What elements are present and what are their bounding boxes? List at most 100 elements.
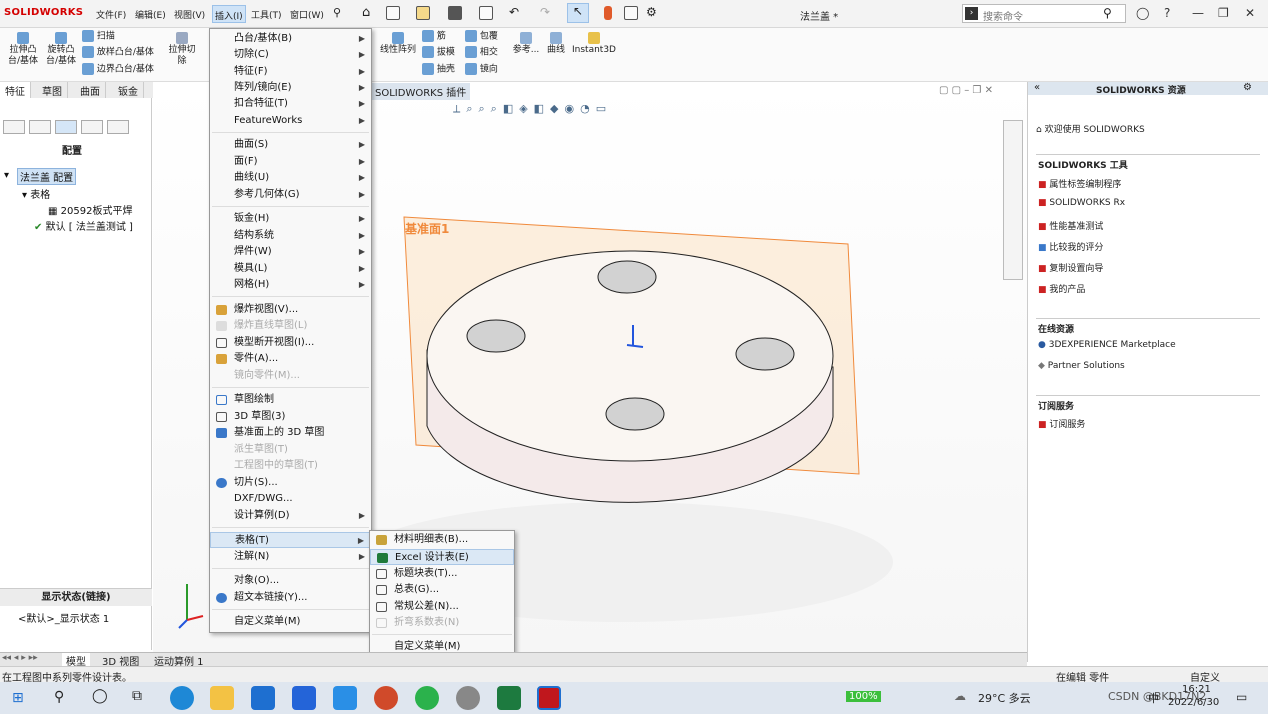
display-manager-icon[interactable]: [107, 120, 129, 134]
subscription-link[interactable]: ■ 订阅服务: [1038, 417, 1085, 430]
solidworks-taskbar-icon[interactable]: [537, 686, 561, 710]
menu-item-weldments[interactable]: 焊件(W) ▶: [210, 244, 371, 260]
select-icon[interactable]: ↖: [567, 3, 589, 23]
menu-item-face[interactable]: 面(F) ▶: [210, 154, 371, 170]
design-table-node[interactable]: ▦ 20592板式平焊: [48, 202, 132, 217]
instant3d-button[interactable]: Instant3D: [572, 32, 616, 56]
menu-item-fastening[interactable]: 扣合特征(T) ▶: [210, 96, 371, 112]
app-icon[interactable]: [456, 686, 480, 710]
submenu-tolerance[interactable]: 常规公差(N)...: [370, 599, 514, 615]
sweep-button[interactable]: 扫描: [82, 30, 115, 43]
intersect-button[interactable]: 相交: [465, 46, 498, 59]
menu-window[interactable]: 窗口(W): [290, 8, 324, 21]
extrude-cut-button[interactable]: 拉伸切除: [166, 32, 198, 67]
plane-label[interactable]: 基准面1: [405, 220, 449, 237]
menu-item-annotations[interactable]: 注解(N) ▶: [210, 549, 371, 565]
task-pane-tabs[interactable]: [1003, 120, 1023, 280]
config-root[interactable]: 法兰盖 配置: [17, 168, 77, 185]
collapse-pane-icon[interactable]: «: [1034, 82, 1040, 93]
notification-icon[interactable]: ▭: [1236, 690, 1247, 704]
menu-item-tables[interactable]: 表格(T) ▶: [210, 532, 371, 548]
file-explorer-icon[interactable]: [210, 686, 234, 710]
menu-item-boss-base[interactable]: 凸台/基体(B) ▶: [210, 31, 371, 47]
tool-compare[interactable]: ■ 比较我的评分: [1038, 240, 1103, 253]
tab-sketch[interactable]: 草图: [37, 82, 68, 98]
submenu-general-table[interactable]: 总表(G)...: [370, 582, 514, 598]
menu-item-customize[interactable]: 自定义菜单(M): [210, 614, 371, 630]
new-icon[interactable]: [386, 6, 400, 20]
menu-item-ref-geometry[interactable]: 参考几何体(G) ▶: [210, 187, 371, 203]
pin-icon[interactable]: ⚲: [333, 6, 341, 19]
clock-time[interactable]: 16:21: [1182, 684, 1211, 695]
submenu-excel-design-table[interactable]: Excel 设计表(E): [370, 549, 514, 565]
reference-geometry-button[interactable]: 参考...: [512, 32, 540, 56]
tab-features[interactable]: 特征: [0, 82, 31, 98]
rib-button[interactable]: 筋: [422, 30, 446, 43]
tool-benchmark[interactable]: ■ 性能基准测试: [1038, 219, 1103, 232]
user-icon[interactable]: ◯: [1136, 6, 1149, 20]
mirror-button[interactable]: 镜向: [465, 63, 498, 76]
file-properties-icon[interactable]: [624, 6, 638, 20]
revolve-boss-button[interactable]: 旋转凸台/基体: [42, 32, 80, 67]
cortana-icon[interactable]: ◯: [92, 688, 108, 704]
tables-node[interactable]: ▾ 表格: [22, 186, 50, 201]
app-icon[interactable]: [292, 686, 316, 710]
menu-item-slice[interactable]: 切片(S)...: [210, 475, 371, 491]
configuration-manager-icon[interactable]: [55, 120, 77, 134]
feishu-icon[interactable]: [333, 686, 357, 710]
welcome-link[interactable]: ⌂ 欢迎使用 SOLIDWORKS: [1036, 122, 1145, 135]
excel-icon[interactable]: [497, 686, 521, 710]
home-icon[interactable]: ⌂: [362, 5, 370, 20]
wechat-icon[interactable]: [415, 686, 439, 710]
help-icon[interactable]: ?: [1164, 6, 1170, 20]
tree-expand-icon[interactable]: ▾: [4, 170, 9, 181]
boundary-boss-button[interactable]: 边界凸台/基体: [82, 63, 154, 76]
menu-item-features[interactable]: 特征(F) ▶: [210, 64, 371, 80]
menu-item-3d-sketch[interactable]: 3D 草图(3): [210, 409, 371, 425]
redo-icon[interactable]: ↷: [540, 5, 550, 19]
linear-pattern-button[interactable]: 线性阵列: [378, 32, 418, 56]
search-icon[interactable]: ⚲: [1103, 6, 1112, 20]
dimxpert-icon[interactable]: [81, 120, 103, 134]
undo-icon[interactable]: ↶: [509, 5, 519, 19]
menu-item-exploded-view[interactable]: 爆炸视图(V)...: [210, 302, 371, 318]
options-gear-icon[interactable]: ⚙: [646, 5, 657, 19]
search-commands[interactable]: › 搜索命令 ⚲: [962, 4, 1126, 23]
menu-item-sheet-metal[interactable]: 钣金(H) ▶: [210, 211, 371, 227]
weather-text[interactable]: 29°C 多云: [978, 690, 1031, 706]
edge-icon[interactable]: [170, 686, 194, 710]
draft-button[interactable]: 拔模: [422, 46, 455, 59]
menu-item-dxf-dwg[interactable]: DXF/DWG...: [210, 491, 371, 507]
windows-start-icon[interactable]: ⊞: [12, 690, 24, 706]
menu-item-cut[interactable]: 切除(C) ▶: [210, 47, 371, 63]
partner-link[interactable]: ◆ Partner Solutions: [1038, 361, 1125, 371]
ime-indicator[interactable]: 中: [1148, 690, 1159, 706]
marketplace-link[interactable]: ● 3DEXPERIENCE Marketplace: [1038, 340, 1176, 350]
weather-cloud-icon[interactable]: ☁: [954, 689, 966, 703]
menu-tools[interactable]: 工具(T): [251, 8, 282, 21]
tab-surfaces[interactable]: 曲面: [75, 82, 106, 98]
tool-property-tab[interactable]: ■ 属性标签编制程序: [1038, 177, 1121, 190]
menu-item-mesh[interactable]: 网格(H) ▶: [210, 277, 371, 293]
tool-copy-settings[interactable]: ■ 复制设置向导: [1038, 261, 1103, 274]
display-state-item[interactable]: <默认>_显示状态 1: [18, 610, 109, 625]
menu-item-sketch[interactable]: 草图绘制: [210, 392, 371, 408]
menu-item-3d-sketch-on-plane[interactable]: 基准面上的 3D 草图: [210, 425, 371, 441]
minimize-icon[interactable]: —: [1192, 6, 1204, 20]
menu-item-pattern-mirror[interactable]: 阵列/镜向(E) ▶: [210, 80, 371, 96]
print-icon[interactable]: [479, 6, 493, 20]
submenu-bom[interactable]: 材料明细表(B)...: [370, 532, 514, 548]
tab-scroll-arrows[interactable]: ◂◂ ◂ ▸ ▸▸: [2, 653, 38, 663]
menu-item-structure[interactable]: 结构系统 ▶: [210, 228, 371, 244]
powerpoint-icon[interactable]: [374, 686, 398, 710]
shell-button[interactable]: 抽壳: [422, 63, 455, 76]
restore-icon[interactable]: ❐: [1218, 6, 1229, 20]
open-icon[interactable]: [416, 6, 430, 20]
feature-tree-icon[interactable]: [3, 120, 25, 134]
extrude-boss-button[interactable]: 拉伸凸台/基体: [4, 32, 42, 67]
wrap-button[interactable]: 包覆: [465, 30, 498, 43]
tool-my-products[interactable]: ■ 我的产品: [1038, 282, 1085, 295]
menu-item-featureworks[interactable]: FeatureWorks ▶: [210, 113, 371, 129]
menu-item-object[interactable]: 对象(O)...: [210, 573, 371, 589]
clock-date[interactable]: 2022/6/30: [1168, 697, 1219, 708]
